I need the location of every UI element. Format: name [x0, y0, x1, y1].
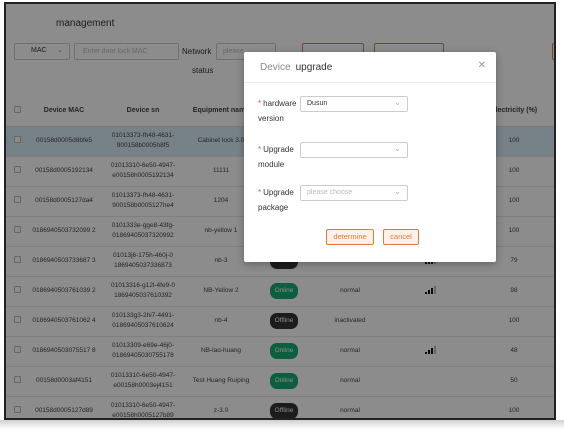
- device-upgrade-dialog: Device upgrade ✕ * hardware version Dusun …: [244, 52, 496, 262]
- upgrade-package-placeholder: please choose: [307, 189, 353, 196]
- screenshot-frame: management MAC ⌄ Enter door lock MAC Net…: [4, 2, 556, 420]
- close-icon[interactable]: ✕: [478, 60, 486, 71]
- hardware-version-value: Dusun: [307, 100, 328, 107]
- determine-button[interactable]: determine: [326, 229, 374, 245]
- dialog-divider: [244, 82, 496, 83]
- package-label-line2: package: [258, 203, 289, 213]
- hardware-version-label: * hardware version: [258, 96, 296, 126]
- module-label-line1: Upgrade: [263, 145, 294, 154]
- device-management-page: management MAC ⌄ Enter door lock MAC Net…: [6, 4, 554, 418]
- upgrade-module-select[interactable]: ⌄: [300, 142, 408, 158]
- hardware-version-select[interactable]: Dusun ⌄: [300, 96, 408, 112]
- dialog-title: Device upgrade: [260, 62, 332, 73]
- required-mark: *: [258, 99, 262, 108]
- package-label-line1: Upgrade: [263, 188, 294, 197]
- upgrade-package-select[interactable]: please choose ⌄: [300, 185, 408, 201]
- hardware-label-line2: version: [258, 114, 284, 124]
- chevron-down-icon: ⌄: [394, 98, 401, 107]
- upgrade-package-label: * Upgrade package: [258, 185, 294, 215]
- chevron-down-icon: ⌄: [394, 144, 401, 153]
- chevron-down-icon: ⌄: [394, 187, 401, 196]
- dialog-title-prefix: Device: [260, 62, 291, 73]
- cancel-button[interactable]: cancel: [383, 229, 419, 245]
- upgrade-module-label: * Upgrade module: [258, 142, 294, 172]
- module-label-line2: module: [258, 160, 285, 170]
- required-mark: *: [258, 145, 262, 154]
- hardware-label-line1: hardware: [263, 99, 297, 108]
- required-mark: *: [258, 188, 262, 197]
- frame-shadow: [0, 420, 564, 429]
- dialog-title-text: upgrade: [295, 62, 333, 73]
